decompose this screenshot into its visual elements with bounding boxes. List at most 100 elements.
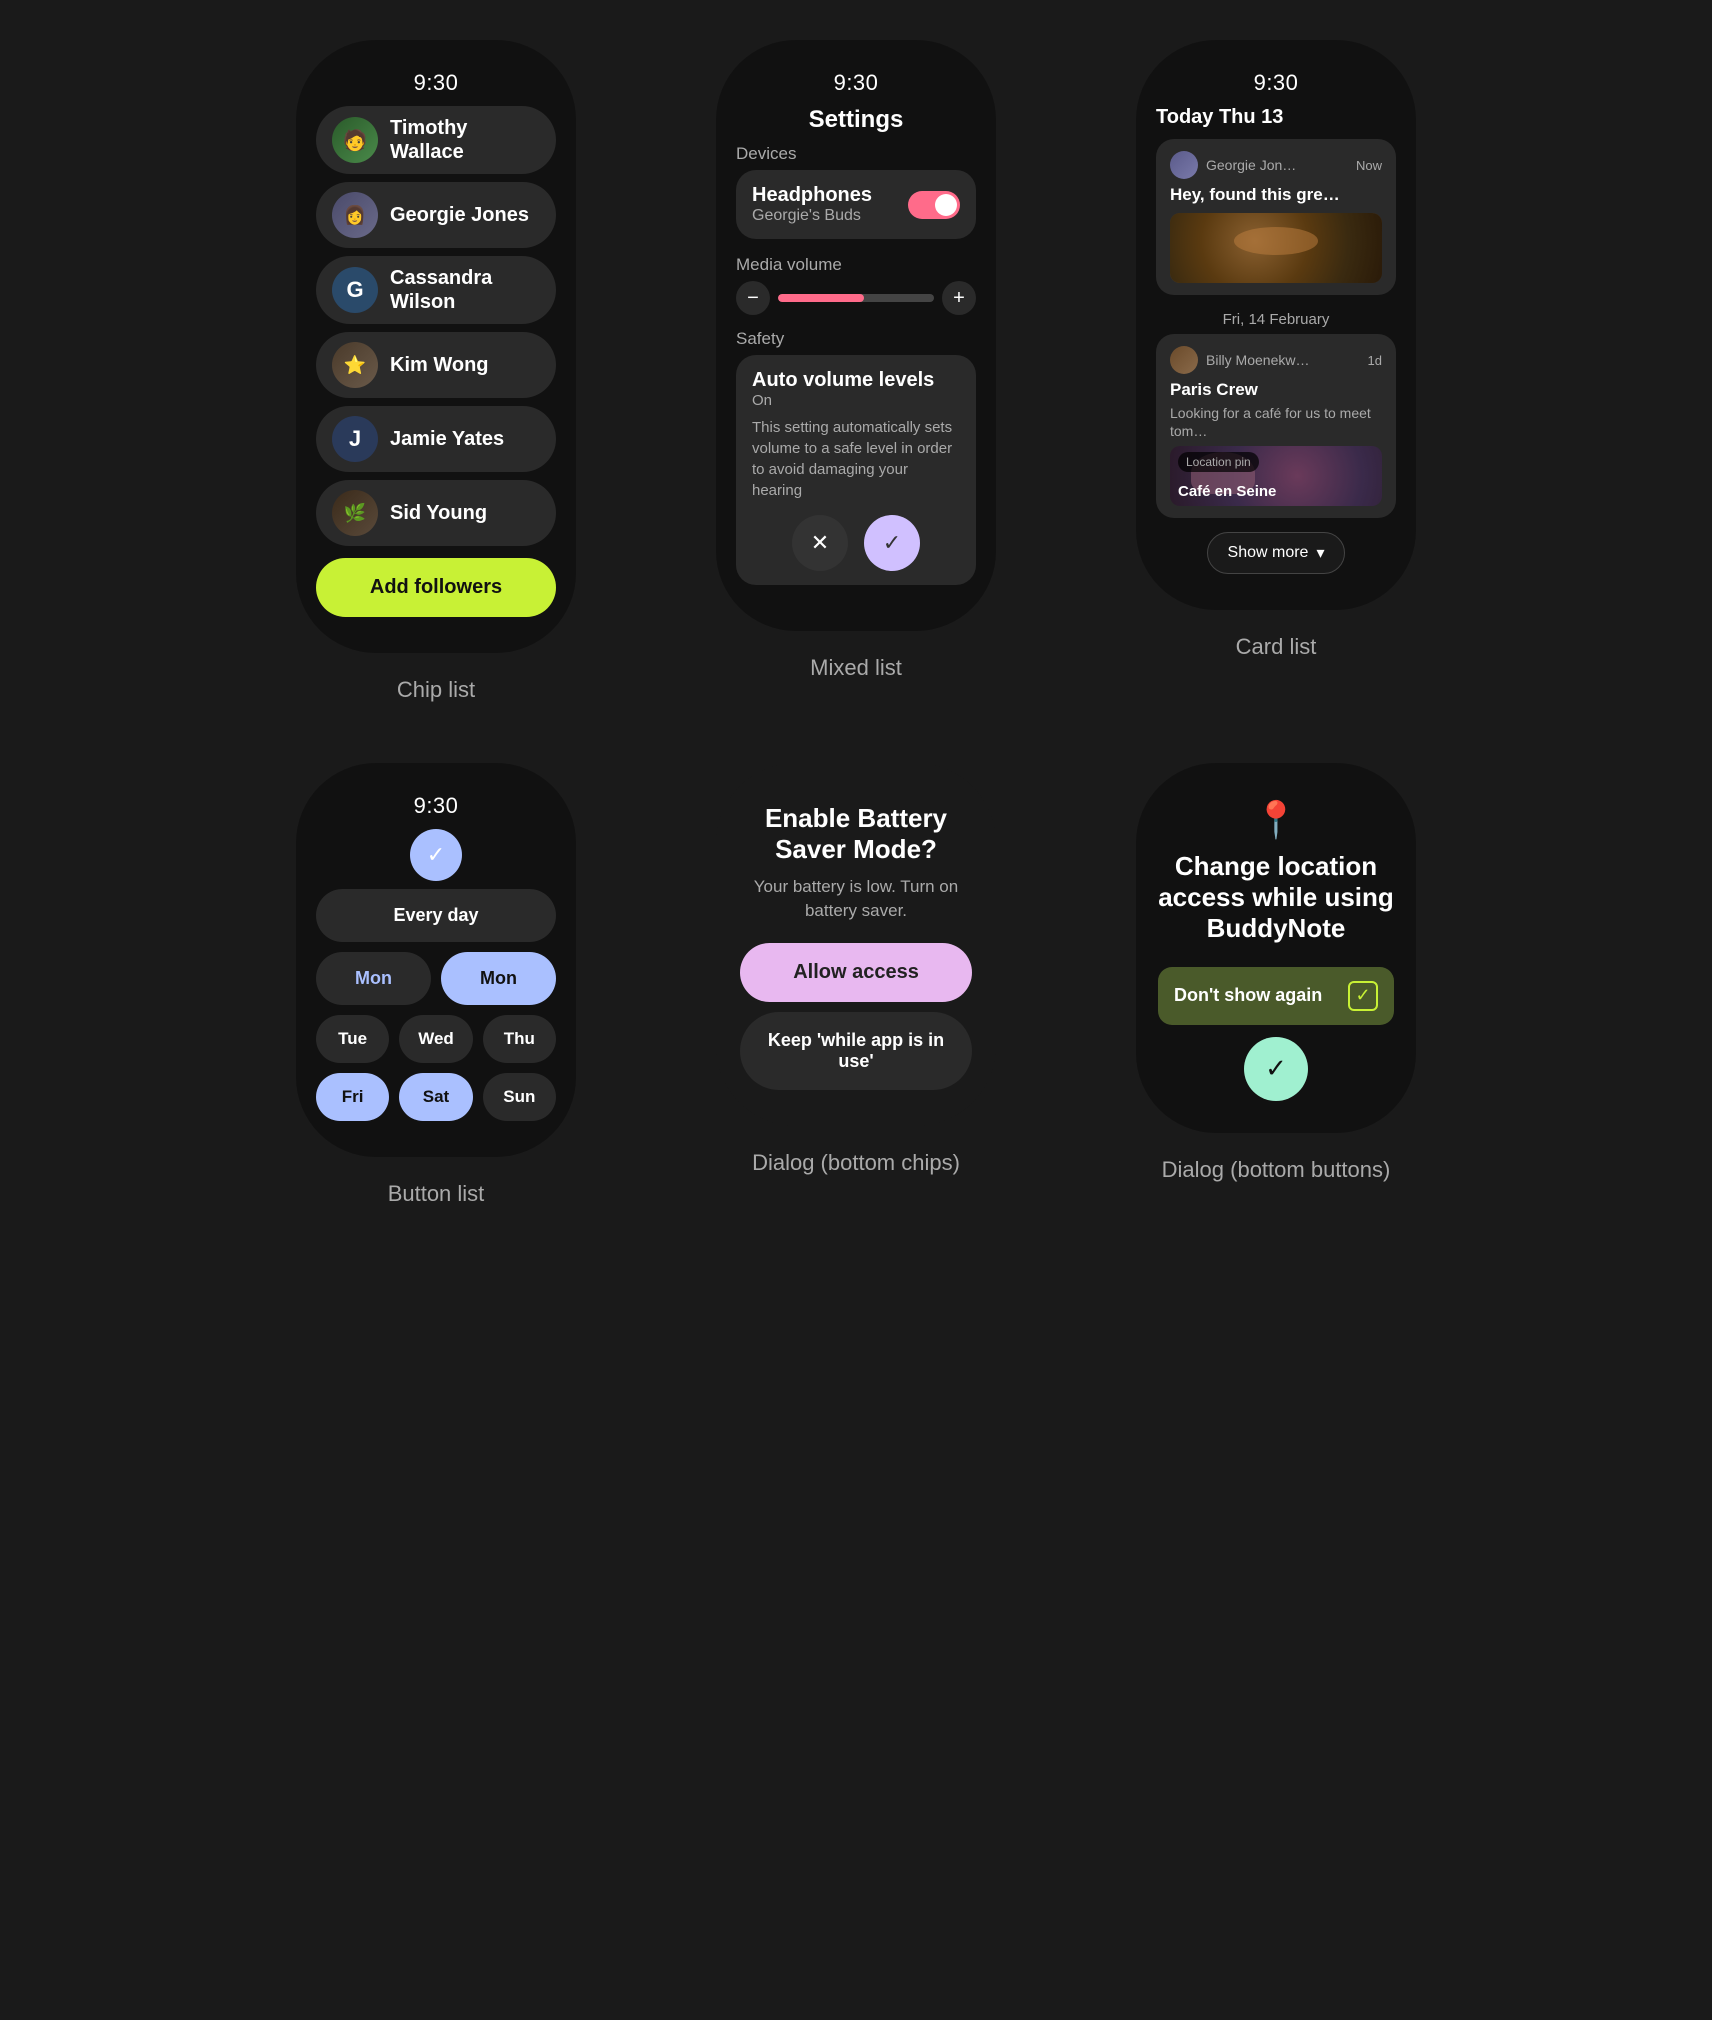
notif-1-image xyxy=(1170,213,1382,283)
day-row-1: Tue Wed Thu xyxy=(316,1015,556,1063)
contact-cassandra[interactable]: G Cassandra Wilson xyxy=(316,256,556,324)
location-badge: Location pin xyxy=(1178,452,1259,472)
mixed-list-watch: 9:30 Settings Devices Headphones Georgie… xyxy=(716,40,996,631)
chevron-down-icon: ▾ xyxy=(1316,543,1324,563)
avatar-georgie: 👩 xyxy=(332,192,378,238)
dialog-buttons-watch: 📍 Change location access while using Bud… xyxy=(1136,763,1416,1133)
mixed-list-cell: 9:30 Settings Devices Headphones Georgie… xyxy=(686,40,1026,703)
avatar-jamie: J xyxy=(332,416,378,462)
date-separator: Fri, 14 February xyxy=(1223,311,1330,328)
notif-2-avatar xyxy=(1170,346,1198,374)
day-row-2: Fri Sat Sun xyxy=(316,1073,556,1121)
card-list-watch: 9:30 Today Thu 13 Georgie Jon… Now Hey, … xyxy=(1136,40,1416,610)
dialog-buttons-cell: 📍 Change location access while using Bud… xyxy=(1106,763,1446,1207)
dont-show-checkbox[interactable]: ✓ xyxy=(1348,981,1378,1011)
notif-1-avatar xyxy=(1170,151,1198,179)
dont-show-row[interactable]: Don't show again ✓ xyxy=(1158,967,1394,1025)
dialog-buttons-label: Dialog (bottom buttons) xyxy=(1162,1157,1391,1183)
name-georgie: Georgie Jones xyxy=(390,203,529,227)
avatar-kim: ⭐ xyxy=(332,342,378,388)
dialog-buttons-title: Change location access while using Buddy… xyxy=(1158,851,1394,945)
contact-kim[interactable]: ⭐ Kim Wong xyxy=(316,332,556,398)
dont-show-label: Don't show again xyxy=(1174,985,1322,1006)
notif-2-body: Looking for a café for us to meet tom… xyxy=(1170,404,1382,440)
notif-1-title: Hey, found this gre… xyxy=(1170,185,1382,205)
card-list-time: 9:30 xyxy=(1254,70,1299,96)
headphones-toggle[interactable] xyxy=(908,191,960,219)
volume-fill xyxy=(778,294,864,302)
avatar-cassandra: G xyxy=(332,267,378,313)
headphones-text: Headphones Georgie's Buds xyxy=(752,184,872,225)
dialog-chips-watch: Enable Battery Saver Mode? Your battery … xyxy=(716,763,996,1126)
chip-list-watch: 9:30 🧑 Timothy Wallace 👩 Georgie Jones G… xyxy=(296,40,576,653)
dialog-chips-title: Enable Battery Saver Mode? xyxy=(740,803,972,865)
name-jamie: Jamie Yates xyxy=(390,427,504,451)
card-list-label: Card list xyxy=(1236,634,1317,660)
day-button-sat[interactable]: Sat xyxy=(399,1073,472,1121)
show-more-button[interactable]: Show more ▾ xyxy=(1207,532,1346,574)
day-button-tue[interactable]: Tue xyxy=(316,1015,389,1063)
day-button-mon[interactable]: Mon xyxy=(316,952,431,1005)
every-day-button[interactable]: Every day xyxy=(316,889,556,942)
day-button-wed[interactable]: Wed xyxy=(399,1015,472,1063)
check-icon: ✓ xyxy=(410,829,462,881)
headphones-title: Headphones xyxy=(752,184,872,207)
contact-sid[interactable]: 🌿 Sid Young xyxy=(316,480,556,546)
settings-title: Settings xyxy=(809,106,904,134)
name-kim: Kim Wong xyxy=(390,353,489,377)
confirm-button[interactable]: ✓ xyxy=(864,515,920,571)
keep-while-button[interactable]: Keep 'while app is in use' xyxy=(740,1012,972,1090)
headphones-sub: Georgie's Buds xyxy=(752,207,872,225)
notification-1[interactable]: Georgie Jon… Now Hey, found this gre… xyxy=(1156,139,1396,295)
location-name: Café en Seine xyxy=(1178,483,1276,500)
volume-section: Media volume − + xyxy=(736,251,976,315)
notif-1-name: Georgie Jon… xyxy=(1206,157,1348,173)
day-button-fri[interactable]: Fri xyxy=(316,1073,389,1121)
media-volume-label: Media volume xyxy=(736,255,976,275)
dialog-chips-cell: Enable Battery Saver Mode? Your battery … xyxy=(686,763,1026,1207)
volume-slider[interactable] xyxy=(778,294,934,302)
volume-decrease-button[interactable]: − xyxy=(736,281,770,315)
day-button-thu[interactable]: Thu xyxy=(483,1015,556,1063)
day-button-mon-active[interactable]: Mon xyxy=(441,952,556,1005)
action-buttons: ✕ ✓ xyxy=(752,515,960,571)
auto-volume-title: Auto volume levels xyxy=(752,369,960,392)
safety-section: Safety xyxy=(736,329,784,349)
name-cassandra: Cassandra Wilson xyxy=(390,266,540,314)
chip-list-container: 🧑 Timothy Wallace 👩 Georgie Jones G Cass… xyxy=(316,106,556,617)
mixed-list-label: Mixed list xyxy=(810,655,902,681)
day-button-sun[interactable]: Sun xyxy=(483,1073,556,1121)
add-followers-button[interactable]: Add followers xyxy=(316,558,556,617)
contact-jamie[interactable]: J Jamie Yates xyxy=(316,406,556,472)
cancel-button[interactable]: ✕ xyxy=(792,515,848,571)
card-list-cell: 9:30 Today Thu 13 Georgie Jon… Now Hey, … xyxy=(1106,40,1446,703)
auto-volume-sub: On xyxy=(752,392,960,409)
notif-1-time: Now xyxy=(1356,158,1382,173)
show-more-label: Show more xyxy=(1228,544,1309,562)
name-timothy: Timothy Wallace xyxy=(390,116,540,164)
volume-row: − + xyxy=(736,281,976,315)
mixed-list-time: 9:30 xyxy=(834,70,879,96)
chip-list-cell: 9:30 🧑 Timothy Wallace 👩 Georgie Jones G… xyxy=(266,40,606,703)
chip-list-time: 9:30 xyxy=(414,70,459,96)
allow-access-button[interactable]: Allow access xyxy=(740,943,972,1002)
button-list-cell: 9:30 ✓ Every day Mon Mon Tue Wed Thu Fri… xyxy=(266,763,606,1207)
headphones-card[interactable]: Headphones Georgie's Buds xyxy=(736,170,976,239)
notification-2[interactable]: Billy Moenekw… 1d Paris Crew Looking for… xyxy=(1156,334,1396,518)
today-header: Today Thu 13 xyxy=(1156,106,1283,129)
button-list-watch: 9:30 ✓ Every day Mon Mon Tue Wed Thu Fri… xyxy=(296,763,576,1157)
contact-georgie[interactable]: 👩 Georgie Jones xyxy=(316,182,556,248)
notif-2-header: Billy Moenekw… 1d xyxy=(1170,346,1382,374)
confirm-location-button[interactable]: ✓ xyxy=(1244,1037,1308,1101)
volume-increase-button[interactable]: + xyxy=(942,281,976,315)
button-list-label: Button list xyxy=(388,1181,485,1207)
avatar-sid: 🌿 xyxy=(332,490,378,536)
notif-2-time: 1d xyxy=(1368,353,1382,368)
location-pin-icon: 📍 xyxy=(1254,799,1299,841)
devices-section: Devices xyxy=(736,144,796,164)
auto-volume-card: Auto volume levels On This setting autom… xyxy=(736,355,976,585)
contact-timothy[interactable]: 🧑 Timothy Wallace xyxy=(316,106,556,174)
notif-1-header: Georgie Jon… Now xyxy=(1170,151,1382,179)
name-sid: Sid Young xyxy=(390,501,487,525)
avatar-timothy: 🧑 xyxy=(332,117,378,163)
